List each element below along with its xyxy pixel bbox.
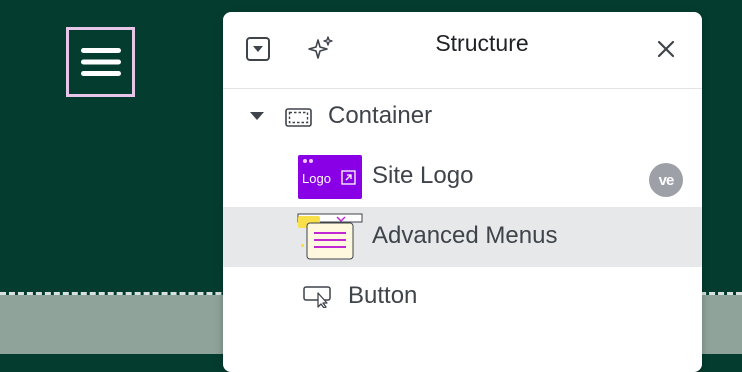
panel-title: Structure	[435, 30, 529, 56]
structure-panel: Structure Container Logo Site Logo ve Ad…	[223, 12, 702, 372]
ai-button[interactable]	[307, 34, 335, 62]
tree-item-label: Site Logo	[372, 162, 474, 189]
tree-item-label: Button	[348, 282, 418, 309]
container-dashed-icon	[285, 108, 312, 127]
external-link-icon	[341, 170, 356, 185]
caret-down-icon[interactable]	[248, 110, 266, 122]
tree-item-label: Advanced Menus	[372, 222, 558, 249]
hamburger-icon	[80, 48, 121, 76]
button-cursor-icon	[303, 286, 331, 308]
ve-badge: ve	[649, 163, 683, 197]
menu-toggle-widget[interactable]	[66, 27, 135, 97]
sparkles-icon	[308, 36, 333, 59]
thumb-logo-text: Logo	[302, 171, 331, 186]
collapse-panel-button[interactable]	[245, 36, 271, 62]
advanced-menus-thumbnail	[297, 213, 363, 260]
thumb-dot	[309, 159, 313, 163]
site-logo-thumbnail: Logo	[298, 155, 362, 199]
close-button[interactable]	[656, 39, 676, 59]
square-chevron-down-icon	[246, 37, 270, 61]
tree-item-button[interactable]: Button	[223, 267, 702, 327]
close-icon	[657, 40, 675, 58]
panel-header: Structure	[223, 12, 702, 88]
tree-item-label: Container	[328, 102, 433, 129]
tree-item-container[interactable]: Container	[223, 87, 702, 147]
tree-item-advanced-menus[interactable]: Advanced Menus	[223, 207, 702, 267]
thumb-dot	[303, 159, 307, 163]
tree-item-site-logo[interactable]: Logo Site Logo ve	[223, 147, 702, 207]
